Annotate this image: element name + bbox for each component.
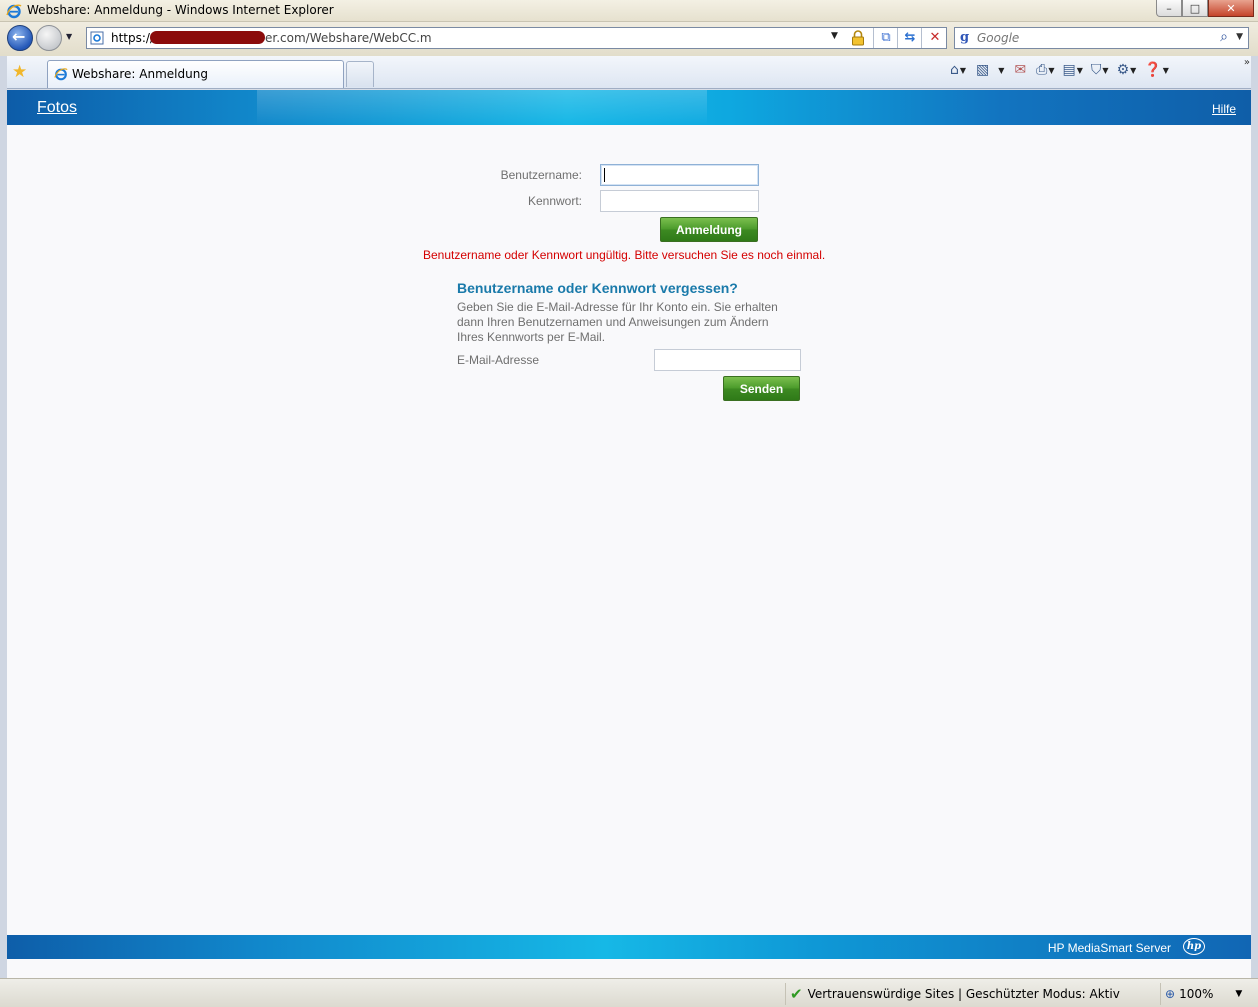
window-frame-right: [1251, 56, 1258, 978]
feeds-icon[interactable]: ▧ ▼: [976, 62, 1004, 78]
login-button[interactable]: Anmeldung: [660, 217, 758, 242]
window-title: Webshare: Anmeldung - Windows Internet E…: [27, 3, 334, 17]
hp-footer-bar: HP MediaSmart Server hp: [7, 935, 1251, 959]
redacted-url-part: [150, 31, 265, 44]
security-zone[interactable]: ✔ Vertrauenswürdige Sites | Geschützter …: [785, 983, 1120, 1005]
zoom-level: 100%: [1179, 987, 1214, 1001]
ie-logo-icon: [6, 4, 22, 19]
lock-icon[interactable]: [851, 30, 865, 46]
username-field[interactable]: [600, 164, 759, 186]
status-bar: ✔ Vertrauenswürdige Sites | Geschützter …: [0, 978, 1258, 1007]
refresh-icon[interactable]: ⇆: [901, 30, 919, 46]
address-toolbar: ▼ https:// er.com/Webshare/WebCC.m ▼ ⧉ ⇆…: [0, 22, 1258, 56]
more-commands-chevron-icon[interactable]: »: [1244, 57, 1250, 68]
history-dropdown-icon[interactable]: ▼: [66, 32, 72, 41]
page-viewport: Fotos Hilfe Benutzername: Kennwort: Anme…: [7, 90, 1251, 978]
mail-icon[interactable]: ✉: [1014, 62, 1026, 78]
window-frame-left: [0, 56, 7, 978]
zoom-control[interactable]: ⊕ 100% ▼: [1160, 983, 1242, 1005]
page-icon: [90, 31, 104, 45]
safety-icon[interactable]: ⛉ ▼: [1091, 62, 1109, 78]
email-label: E-Mail-Adresse: [457, 353, 540, 367]
tools-gear-icon[interactable]: ⚙ ▼: [1117, 62, 1137, 78]
checkmark-icon: ✔: [790, 985, 803, 1003]
send-button[interactable]: Senden: [723, 376, 800, 401]
hp-logo-icon: hp: [1183, 938, 1205, 955]
url-text: er.com/Webshare/WebCC.m: [265, 31, 432, 45]
footer-brand: HP MediaSmart Server: [1047, 941, 1171, 955]
search-icon[interactable]: ⌕: [1220, 29, 1228, 45]
login-error-message: Benutzername oder Kennwort ungültig. Bit…: [423, 248, 826, 262]
favorites-star-icon[interactable]: ★: [12, 62, 27, 82]
url-prefix: https://: [111, 31, 155, 45]
command-bar: ⌂ ▼ ▧ ▼ ✉ ⎙ ▼ ▤ ▼ ⛉ ▼ ⚙ ▼ ❓ ▼: [950, 62, 1169, 78]
ie-tab-icon: [54, 68, 68, 81]
hp-header-bar: Fotos Hilfe: [7, 90, 1251, 125]
stop-icon[interactable]: ✕: [926, 30, 944, 46]
forgot-credentials-title: Benutzername oder Kennwort vergessen?: [457, 280, 738, 296]
close-window-button[interactable]: ✕: [1208, 0, 1254, 17]
address-bar[interactable]: https:// er.com/Webshare/WebCC.m ▼ ⧉ ⇆ ✕: [86, 27, 947, 49]
forgot-credentials-description: Geben Sie die E-Mail-Adresse für Ihr Kon…: [457, 300, 778, 344]
help-icon[interactable]: ❓ ▼: [1144, 62, 1169, 78]
hilfe-link[interactable]: Hilfe: [1212, 102, 1236, 116]
search-options-dropdown-icon[interactable]: ▼: [1236, 32, 1243, 42]
home-icon[interactable]: ⌂ ▼: [950, 62, 966, 78]
maximize-button[interactable]: □: [1182, 0, 1208, 17]
forward-button[interactable]: [36, 25, 62, 51]
email-field[interactable]: [654, 349, 801, 371]
new-tab-button[interactable]: [346, 61, 374, 87]
tab-label: Webshare: Anmeldung: [72, 67, 208, 81]
print-icon[interactable]: ⎙ ▼: [1036, 62, 1054, 78]
password-label: Kennwort:: [527, 194, 582, 208]
compatibility-icon[interactable]: ⧉: [877, 30, 895, 46]
search-input[interactable]: [977, 30, 1207, 46]
password-field[interactable]: [600, 190, 759, 212]
fotos-link[interactable]: Fotos: [37, 99, 77, 117]
username-label: Benutzername:: [500, 168, 582, 182]
tab-toolbar: ★ Webshare: Anmeldung ⌂ ▼ ▧ ▼ ✉ ⎙ ▼ ▤ ▼ ⛉ ▼ ⚙…: [0, 56, 1258, 89]
minimize-button[interactable]: –: [1156, 0, 1182, 17]
zoom-magnifier-icon: ⊕: [1165, 987, 1176, 1001]
tab-webshare[interactable]: Webshare: Anmeldung: [47, 60, 344, 88]
security-zone-text: Vertrauenswürdige Sites | Geschützter Mo…: [807, 987, 1120, 1001]
dropdown-icon[interactable]: ▼: [831, 31, 838, 41]
page-menu-icon[interactable]: ▤ ▼: [1063, 62, 1083, 78]
back-button[interactable]: [7, 25, 33, 51]
google-icon: g: [960, 30, 970, 45]
search-box[interactable]: g ⌕ ▼: [954, 27, 1249, 49]
text-cursor: [604, 168, 605, 182]
window-titlebar: Webshare: Anmeldung - Windows Internet E…: [0, 0, 1258, 22]
zoom-dropdown-icon[interactable]: ▼: [1235, 989, 1242, 999]
